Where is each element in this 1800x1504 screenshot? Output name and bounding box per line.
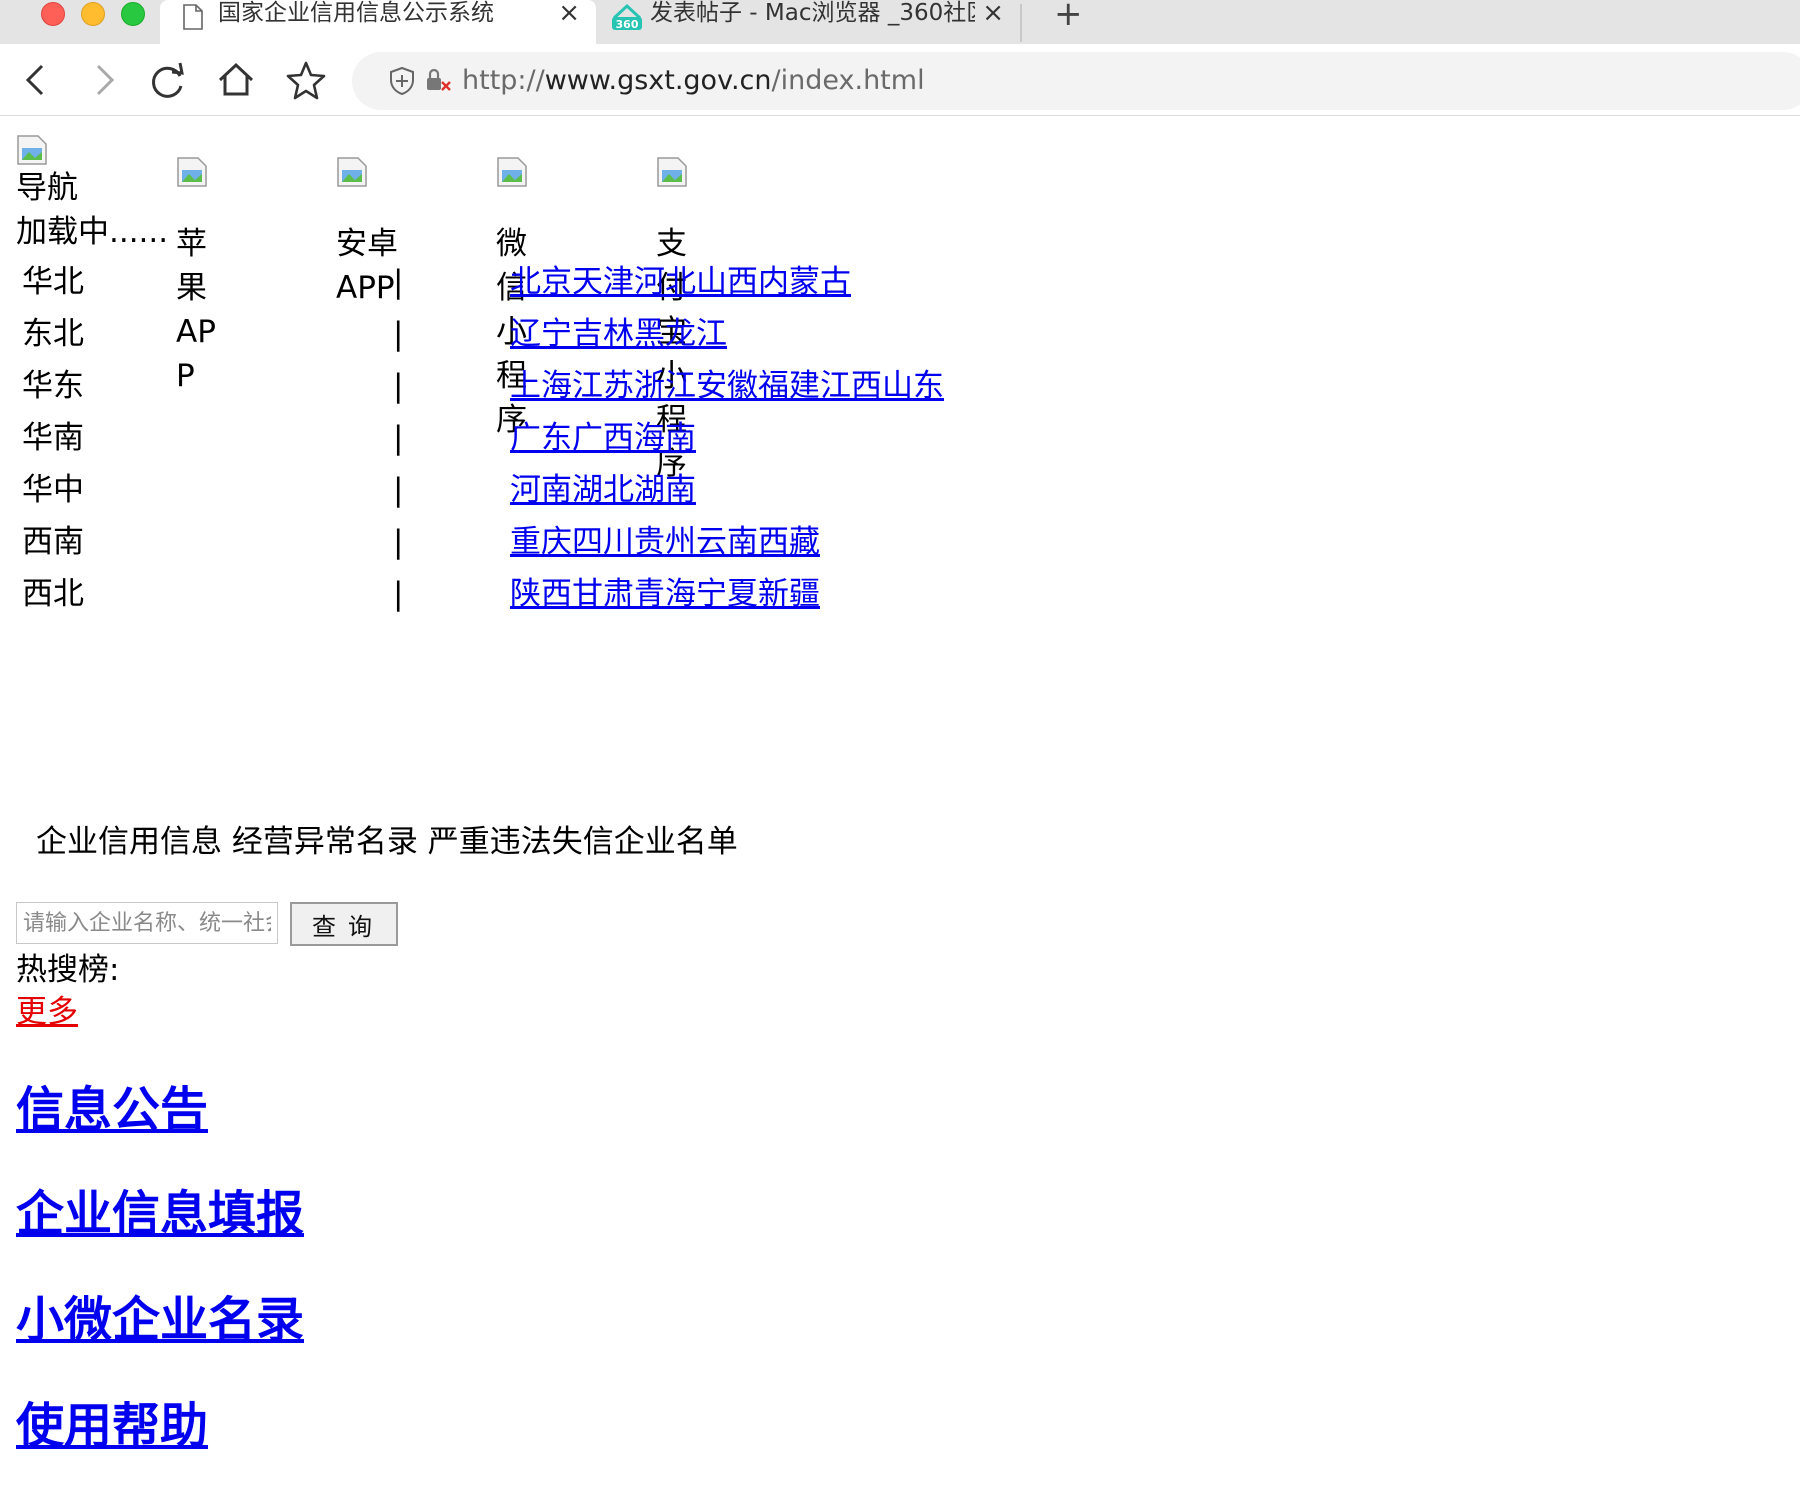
search-input[interactable]: [16, 902, 278, 944]
broken-image-icon: [17, 135, 47, 165]
region-separator: |: [393, 472, 404, 508]
close-window-button[interactable]: [41, 2, 65, 26]
back-button[interactable]: [14, 58, 58, 102]
enterprise-report-link[interactable]: 企业信息填报: [16, 1184, 304, 1244]
new-tab-button[interactable]: +: [1054, 0, 1083, 34]
small-micro-enterprise-link[interactable]: 小微企业名录: [16, 1290, 304, 1350]
url-host: www.gsxt.gov.cn: [544, 65, 772, 96]
page-icon: [182, 4, 204, 36]
search-category-menu[interactable]: 企业信用信息 经营异常名录 严重违法失信企业名单: [36, 820, 738, 864]
region-label-south: 华南: [22, 420, 84, 456]
region-link-south[interactable]: 广东广西海南: [510, 416, 696, 460]
apple-app-label[interactable]: 苹果APP: [176, 222, 226, 398]
insecure-lock-icon[interactable]: [424, 66, 454, 100]
close-tab-icon[interactable]: ×: [982, 0, 1004, 28]
star-icon: [286, 61, 326, 100]
zoom-window-button[interactable]: [121, 2, 145, 26]
region-link-north[interactable]: 北京天津河北山西内蒙古: [510, 260, 851, 304]
more-link[interactable]: 更多: [16, 990, 78, 1034]
forward-button[interactable]: [82, 58, 126, 102]
shield-icon[interactable]: [388, 66, 416, 100]
region-separator: |: [393, 576, 404, 612]
home-icon: [218, 62, 254, 96]
region-separator: |: [393, 368, 404, 404]
url-text[interactable]: http://www.gsxt.gov.cn/index.html: [462, 64, 925, 98]
tab-360-community[interactable]: 360 发表帖子 - Mac浏览器 _360社区 ×: [598, 0, 1020, 44]
broken-image-icon: [177, 157, 207, 187]
region-link-central[interactable]: 河南湖北湖南: [510, 468, 696, 512]
url-scheme: http://: [462, 65, 545, 96]
region-label-northwest: 西北: [22, 576, 84, 612]
broken-image-icon: [337, 157, 367, 187]
tab-separator: [1020, 4, 1022, 42]
home-button[interactable]: [214, 58, 258, 102]
region-separator: |: [393, 420, 404, 456]
region-link-east[interactable]: 上海江苏浙江安徽福建江西山东: [510, 364, 944, 408]
reload-button[interactable]: [146, 58, 190, 102]
region-label-northeast: 东北: [22, 316, 84, 352]
region-label-southwest: 西南: [22, 524, 84, 560]
search-button[interactable]: 查询: [290, 902, 398, 946]
browser-chrome: 国家企业信用信息公示系统 × 360 发表帖子 - Mac浏览器 _360社区 …: [0, 0, 1800, 116]
region-label-east: 华东: [22, 368, 84, 404]
nav-label: 导航: [16, 170, 78, 206]
region-separator: |: [393, 264, 404, 300]
region-label-north: 华北: [22, 264, 84, 300]
region-separator: |: [393, 316, 404, 352]
region-label-central: 华中: [22, 472, 84, 508]
nav-loading-text: 加载中......: [16, 214, 169, 250]
tab-bar: 国家企业信用信息公示系统 × 360 发表帖子 - Mac浏览器 _360社区 …: [0, 0, 1800, 44]
page-content: 导航 加载中...... 苹果APP 安卓APP 微信小程序 支付宝小程序 华北…: [0, 116, 1800, 1504]
minimize-window-button[interactable]: [81, 2, 105, 26]
info-notice-link[interactable]: 信息公告: [16, 1080, 208, 1140]
chevron-right-icon: [96, 64, 115, 96]
360-logo-icon: 360: [610, 2, 644, 38]
tab-gsxt[interactable]: 国家企业信用信息公示系统 ×: [160, 0, 596, 44]
chevron-left-icon: [25, 64, 44, 96]
region-link-northeast[interactable]: 辽宁吉林黑龙江: [510, 312, 727, 356]
address-bar[interactable]: http://www.gsxt.gov.cn/index.html: [352, 52, 1800, 110]
broken-image-icon: [497, 157, 527, 187]
hot-search-label: 热搜榜:: [16, 952, 120, 988]
region-link-northwest[interactable]: 陕西甘肃青海宁夏新疆: [510, 572, 820, 616]
url-path: /index.html: [771, 65, 925, 96]
svg-text:360: 360: [616, 18, 639, 31]
tab-title: 国家企业信用信息公示系统: [218, 0, 494, 26]
region-link-southwest[interactable]: 重庆四川贵州云南西藏: [510, 520, 820, 564]
navigation-bar: http://www.gsxt.gov.cn/index.html: [0, 44, 1800, 116]
help-link[interactable]: 使用帮助: [16, 1396, 208, 1456]
broken-image-icon: [657, 157, 687, 187]
bookmark-button[interactable]: [284, 58, 328, 102]
tab-title: 发表帖子 - Mac浏览器 _360社区: [650, 0, 975, 26]
region-separator: |: [393, 524, 404, 560]
close-tab-icon[interactable]: ×: [558, 0, 580, 28]
reload-icon: [152, 62, 184, 98]
